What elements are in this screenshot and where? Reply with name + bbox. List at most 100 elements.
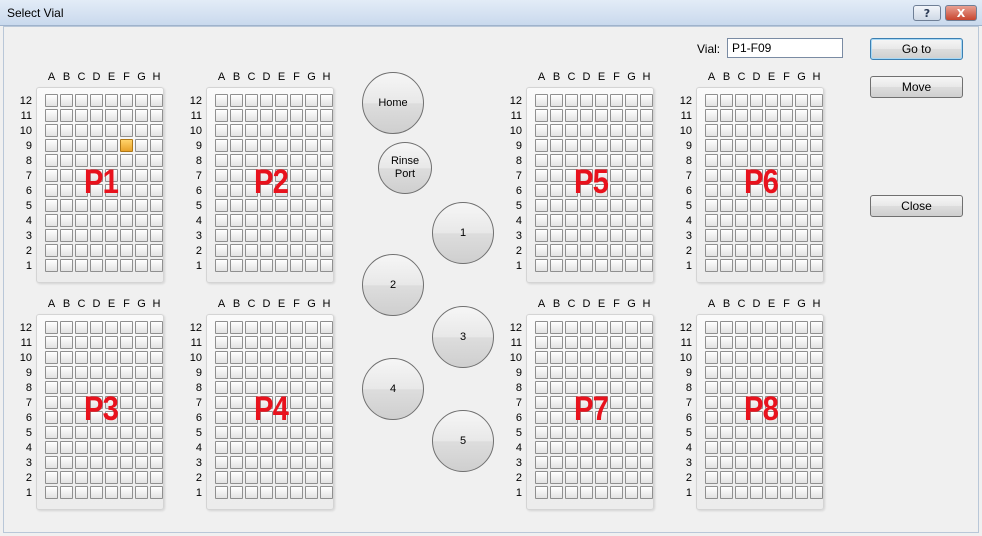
vial-cell[interactable]: [320, 109, 333, 122]
vial-cell[interactable]: [735, 381, 748, 394]
vial-cell[interactable]: [750, 441, 763, 454]
vial-cell[interactable]: [245, 396, 258, 409]
vial-cell[interactable]: [550, 486, 563, 499]
vial-cell[interactable]: [580, 396, 593, 409]
vial-cell[interactable]: [810, 154, 823, 167]
vial-cell[interactable]: [150, 169, 163, 182]
vial-cell[interactable]: [550, 244, 563, 257]
vial-cell[interactable]: [230, 381, 243, 394]
vial-cell[interactable]: [535, 124, 548, 137]
vial-cell[interactable]: [260, 109, 273, 122]
vial-cell[interactable]: [580, 259, 593, 272]
vial-cell[interactable]: [60, 456, 73, 469]
vial-cell[interactable]: [90, 366, 103, 379]
vial-cell[interactable]: [245, 94, 258, 107]
vial-cell[interactable]: [105, 139, 118, 152]
vial-cell[interactable]: [795, 336, 808, 349]
vial-cell[interactable]: [565, 486, 578, 499]
vial-cell[interactable]: [550, 321, 563, 334]
vial-cell[interactable]: [550, 426, 563, 439]
vial-cell[interactable]: [810, 109, 823, 122]
vial-cell[interactable]: [275, 486, 288, 499]
vial-cell[interactable]: [705, 184, 718, 197]
vial-cell[interactable]: [795, 124, 808, 137]
vial-cell[interactable]: [780, 396, 793, 409]
vial-cell[interactable]: [535, 169, 548, 182]
vial-cell[interactable]: [580, 411, 593, 424]
vial-cell[interactable]: [580, 124, 593, 137]
vial-cell[interactable]: [780, 471, 793, 484]
vial-cell[interactable]: [535, 244, 548, 257]
vial-cell[interactable]: [260, 321, 273, 334]
vial-cell[interactable]: [150, 184, 163, 197]
vial-cell[interactable]: [230, 109, 243, 122]
vial-cell[interactable]: [735, 456, 748, 469]
window-close-button[interactable]: X: [945, 5, 977, 21]
vial-cell[interactable]: [610, 184, 623, 197]
vial-cell[interactable]: [735, 109, 748, 122]
vial-cell[interactable]: [75, 366, 88, 379]
vial-cell[interactable]: [75, 184, 88, 197]
vial-cell[interactable]: [290, 471, 303, 484]
vial-cell[interactable]: [150, 244, 163, 257]
vial-cell[interactable]: [135, 426, 148, 439]
vial-cell[interactable]: [780, 139, 793, 152]
vial-cell[interactable]: [780, 321, 793, 334]
vial-cell[interactable]: [720, 229, 733, 242]
vial-cell[interactable]: [625, 229, 638, 242]
vial-cell[interactable]: [135, 229, 148, 242]
vial-cell[interactable]: [215, 214, 228, 227]
vial-cell[interactable]: [275, 426, 288, 439]
vial-cell[interactable]: [90, 169, 103, 182]
vial-cell[interactable]: [245, 259, 258, 272]
vial-cell[interactable]: [45, 411, 58, 424]
vial-cell[interactable]: [765, 366, 778, 379]
vial-cell[interactable]: [780, 94, 793, 107]
vial-cell[interactable]: [565, 259, 578, 272]
vial-cell[interactable]: [135, 244, 148, 257]
vial-cell[interactable]: [610, 109, 623, 122]
vial-cell[interactable]: [705, 94, 718, 107]
vial-cell[interactable]: [275, 214, 288, 227]
vial-cell[interactable]: [595, 336, 608, 349]
vial-cell[interactable]: [305, 411, 318, 424]
vial-cell[interactable]: [625, 441, 638, 454]
vial-cell[interactable]: [550, 441, 563, 454]
vial-cell[interactable]: [45, 366, 58, 379]
vial-cell[interactable]: [595, 321, 608, 334]
vial-cell[interactable]: [595, 184, 608, 197]
vial-cell[interactable]: [150, 471, 163, 484]
vial-cell[interactable]: [275, 139, 288, 152]
vial-cell[interactable]: [780, 381, 793, 394]
vial-cell[interactable]: [625, 94, 638, 107]
vial-cell[interactable]: [245, 366, 258, 379]
vial-cell[interactable]: [305, 351, 318, 364]
vial-cell[interactable]: [735, 441, 748, 454]
vial-cell[interactable]: [750, 139, 763, 152]
vial-cell[interactable]: [720, 154, 733, 167]
vial-cell[interactable]: [135, 214, 148, 227]
vial-cell[interactable]: [45, 154, 58, 167]
vial-cell[interactable]: [705, 154, 718, 167]
vial-cell[interactable]: [705, 471, 718, 484]
vial-cell[interactable]: [720, 426, 733, 439]
vial-cell[interactable]: [260, 366, 273, 379]
vial-cell[interactable]: [45, 321, 58, 334]
vial-cell[interactable]: [580, 486, 593, 499]
vial-cell[interactable]: [750, 426, 763, 439]
vial-cell[interactable]: [245, 411, 258, 424]
vial-cell[interactable]: [640, 94, 653, 107]
vial-cell[interactable]: [275, 154, 288, 167]
vial-cell[interactable]: [565, 184, 578, 197]
position-1-button[interactable]: 1: [432, 202, 494, 264]
vial-cell[interactable]: [230, 229, 243, 242]
vial-cell[interactable]: [215, 396, 228, 409]
vial-cell[interactable]: [290, 169, 303, 182]
vial-cell[interactable]: [275, 411, 288, 424]
vial-cell[interactable]: [215, 244, 228, 257]
vial-cell[interactable]: [150, 441, 163, 454]
vial-cell[interactable]: [305, 381, 318, 394]
vial-cell[interactable]: [550, 396, 563, 409]
vial-cell[interactable]: [290, 259, 303, 272]
vial-cell[interactable]: [105, 351, 118, 364]
